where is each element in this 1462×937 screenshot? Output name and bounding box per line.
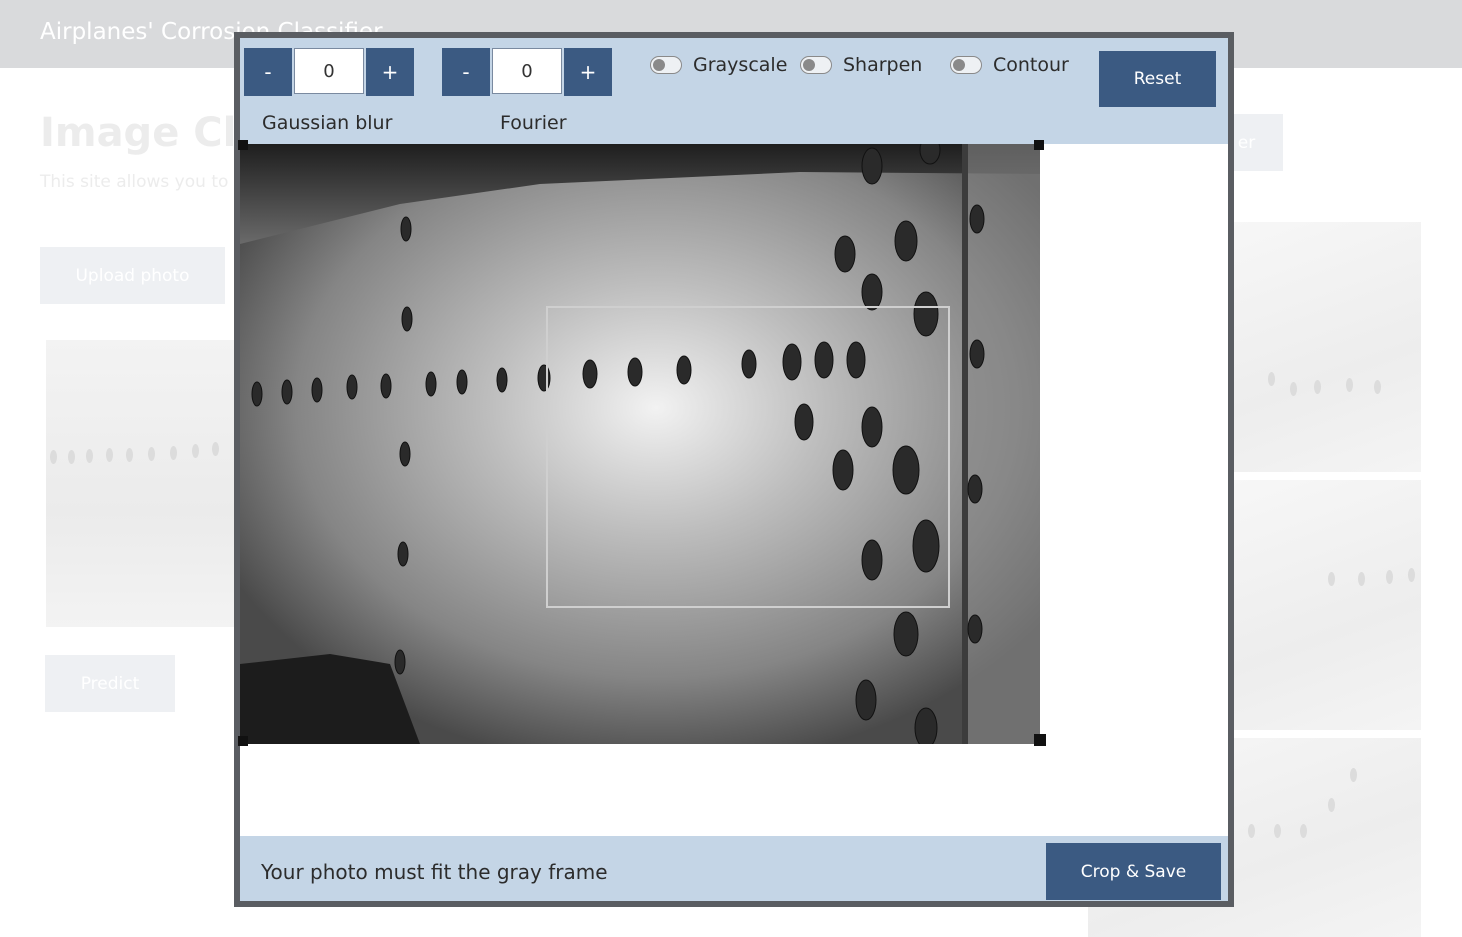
- gaussian-blur-input[interactable]: [294, 48, 364, 94]
- gaussian-blur-increment-button[interactable]: +: [366, 48, 414, 96]
- sample-thumbnail[interactable]: [1228, 222, 1421, 472]
- sharpen-label: Sharpen: [843, 54, 923, 76]
- grayscale-switch[interactable]: [650, 56, 682, 74]
- image-editor-dialog: - + Gaussian blur - + Fourier Grayscale …: [234, 32, 1234, 907]
- contour-switch[interactable]: [950, 56, 982, 74]
- fourier-input[interactable]: [492, 48, 562, 94]
- image-canvas[interactable]: [240, 144, 1040, 744]
- editor-footer: Your photo must fit the gray frame Crop …: [240, 836, 1228, 901]
- contour-toggle[interactable]: Contour: [950, 54, 1069, 76]
- reset-button[interactable]: Reset: [1099, 51, 1216, 107]
- sharpen-switch[interactable]: [800, 56, 832, 74]
- crop-frame[interactable]: [546, 306, 950, 608]
- grayscale-toggle[interactable]: Grayscale: [650, 54, 787, 76]
- gaussian-blur-stepper: - +: [244, 48, 414, 96]
- canvas-resize-handle[interactable]: [1034, 140, 1044, 150]
- sample-thumbnail[interactable]: [1228, 480, 1421, 730]
- contour-label: Contour: [993, 54, 1069, 76]
- fourier-decrement-button[interactable]: -: [442, 48, 490, 96]
- grayscale-label: Grayscale: [693, 54, 788, 76]
- fourier-increment-button[interactable]: +: [564, 48, 612, 96]
- predict-button[interactable]: Predict: [45, 655, 175, 712]
- upload-photo-button[interactable]: Upload photo: [40, 247, 225, 304]
- crop-instruction-text: Your photo must fit the gray frame: [261, 860, 608, 884]
- canvas-resize-handle[interactable]: [1034, 734, 1046, 746]
- gaussian-blur-decrement-button[interactable]: -: [244, 48, 292, 96]
- fourier-stepper: - +: [442, 48, 612, 96]
- gaussian-blur-label: Gaussian blur: [262, 112, 393, 134]
- page-subtitle: This site allows you to: [40, 172, 229, 192]
- canvas-resize-handle[interactable]: [238, 736, 248, 746]
- canvas-resize-handle[interactable]: [238, 140, 248, 150]
- crop-and-save-button[interactable]: Crop & Save: [1046, 843, 1221, 900]
- uploaded-photo-preview: [46, 340, 241, 627]
- fourier-label: Fourier: [500, 112, 567, 134]
- editor-toolbar: - + Gaussian blur - + Fourier Grayscale …: [240, 38, 1228, 144]
- sharpen-toggle[interactable]: Sharpen: [800, 54, 922, 76]
